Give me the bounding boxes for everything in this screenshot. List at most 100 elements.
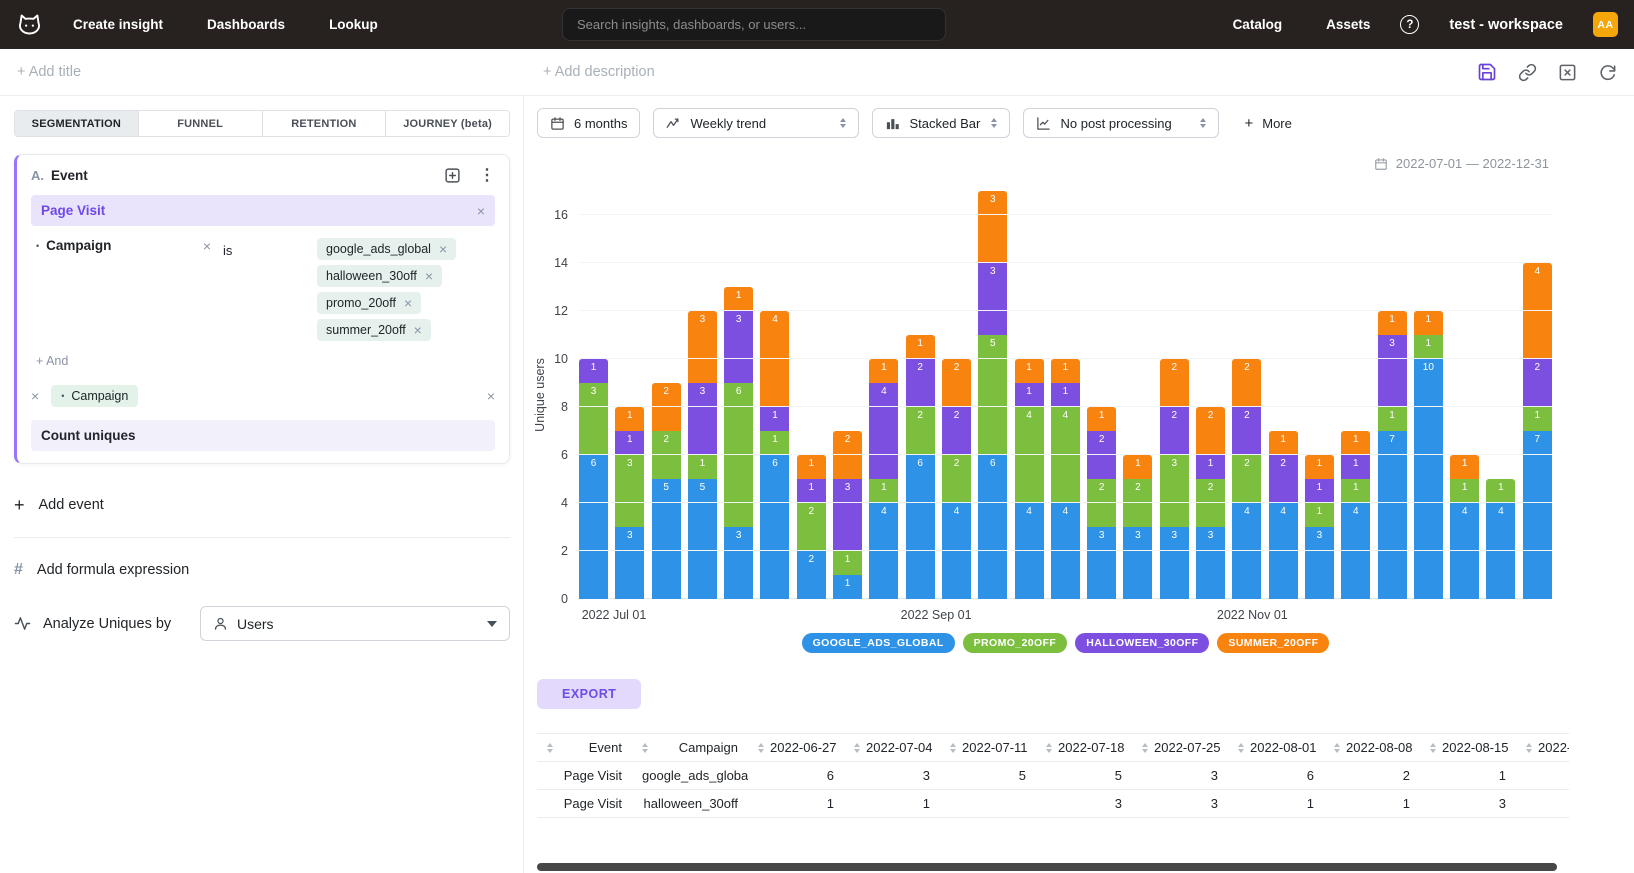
- column-header-2022-08-15[interactable]: 2022-08-15: [1420, 734, 1516, 762]
- column-header-campaign[interactable]: Campaign: [632, 734, 748, 762]
- bar-segment-promo_20off[interactable]: 2: [652, 431, 681, 479]
- bar-segment-promo_20off[interactable]: 1: [833, 551, 862, 575]
- nav-item-catalog[interactable]: Catalog: [1233, 17, 1283, 32]
- column-header-2022-08-01[interactable]: 2022-08-01: [1228, 734, 1324, 762]
- bar-segment-google_ads_global[interactable]: 6: [978, 455, 1007, 599]
- bar-segment-summer_20off[interactable]: 1: [615, 407, 644, 431]
- bar-segment-halloween_30off[interactable]: 1: [797, 479, 826, 503]
- filter-value-chip-google-ads-global[interactable]: google_ads_global×: [317, 238, 456, 260]
- remove-event-icon[interactable]: ×: [477, 204, 485, 218]
- bar-segment-halloween_30off[interactable]: 3: [1378, 335, 1407, 407]
- bar-segment-google_ads_global[interactable]: 4: [1450, 503, 1479, 599]
- column-header-2022-07-25[interactable]: 2022-07-25: [1132, 734, 1228, 762]
- bar-segment-promo_20off[interactable]: 1: [869, 479, 898, 503]
- selected-event-row[interactable]: Page Visit ×: [31, 195, 495, 226]
- bar-segment-google_ads_global[interactable]: 3: [1160, 527, 1189, 599]
- bar-segment-promo_20off[interactable]: 1: [1414, 335, 1443, 359]
- bar-segment-summer_20off[interactable]: 1: [724, 287, 753, 311]
- bar-segment-halloween_30off[interactable]: 2: [1160, 407, 1189, 455]
- bar-segment-halloween_30off[interactable]: 2: [942, 407, 971, 455]
- bar-segment-promo_20off[interactable]: 1: [688, 455, 717, 479]
- legend-item-promo-20off[interactable]: PROMO_20OFF: [963, 633, 1068, 653]
- bar-segment-google_ads_global[interactable]: 5: [652, 479, 681, 599]
- add-and-condition-button[interactable]: + And: [36, 354, 495, 368]
- bar-2022-09-05[interactable]: 2224: [942, 359, 971, 599]
- tab-funnel[interactable]: FUNNEL: [139, 111, 263, 136]
- bar-segment-promo_20off[interactable]: 2: [1196, 479, 1225, 527]
- bar-segment-halloween_30off[interactable]: 3: [833, 479, 862, 551]
- bar-segment-promo_20off[interactable]: 1: [1486, 479, 1515, 503]
- bar-2022-08-22[interactable]: 1414: [869, 359, 898, 599]
- remove-filter-value-icon[interactable]: ×: [439, 242, 447, 256]
- filter-operator[interactable]: is: [223, 243, 317, 258]
- table-horizontal-scrollbar[interactable]: [537, 863, 1557, 871]
- workspace-name[interactable]: test - workspace: [1449, 17, 1563, 33]
- bar-segment-promo_20off[interactable]: 1: [1378, 407, 1407, 431]
- bar-2022-10-31[interactable]: 2224: [1232, 359, 1261, 599]
- bar-2022-09-26[interactable]: 1144: [1051, 359, 1080, 599]
- bar-segment-google_ads_global[interactable]: 4: [1341, 503, 1370, 599]
- bar-segment-halloween_30off[interactable]: 1: [1196, 455, 1225, 479]
- bar-segment-google_ads_global[interactable]: 6: [906, 455, 935, 599]
- bar-segment-google_ads_global[interactable]: 4: [869, 503, 898, 599]
- bar-2022-10-10[interactable]: 123: [1123, 455, 1152, 599]
- column-header-2022-08-08[interactable]: 2022-08-08: [1324, 734, 1420, 762]
- bar-segment-summer_20off[interactable]: 1: [1123, 455, 1152, 479]
- bar-segment-promo_20off[interactable]: 3: [615, 455, 644, 527]
- legend-item-google-ads-global[interactable]: GOOGLE_ADS_GLOBAL: [802, 633, 955, 653]
- filter-value-chip-summer-20off[interactable]: summer_20off×: [317, 319, 431, 341]
- bar-segment-google_ads_global[interactable]: 6: [760, 455, 789, 599]
- column-header-2022-06-27[interactable]: 2022-06-27: [748, 734, 844, 762]
- more-button[interactable]: + More: [1244, 115, 1291, 132]
- bar-segment-promo_20off[interactable]: 1: [1523, 407, 1552, 431]
- card-menu-icon[interactable]: ⋮: [479, 168, 495, 184]
- bar-segment-halloween_30off[interactable]: 1: [1305, 479, 1334, 503]
- bar-segment-halloween_30off[interactable]: 2: [1232, 407, 1261, 455]
- sort-icon[interactable]: [642, 743, 648, 753]
- nav-item-lookup[interactable]: Lookup: [329, 17, 378, 32]
- bar-segment-promo_20off[interactable]: 2: [1087, 479, 1116, 527]
- bar-2022-08-15[interactable]: 2311: [833, 431, 862, 599]
- add-event-button[interactable]: + Add event: [14, 496, 510, 514]
- bar-2022-10-03[interactable]: 1223: [1087, 407, 1116, 599]
- refresh-icon[interactable]: [1598, 63, 1617, 82]
- bar-segment-promo_20off[interactable]: 2: [906, 407, 935, 455]
- bar-segment-google_ads_global[interactable]: 6: [579, 455, 608, 599]
- bar-segment-promo_20off[interactable]: 3: [579, 383, 608, 455]
- bar-segment-summer_20off[interactable]: 1: [1269, 431, 1298, 455]
- bar-segment-google_ads_global[interactable]: 4: [942, 503, 971, 599]
- bar-segment-promo_20off[interactable]: 4: [1015, 407, 1044, 503]
- bar-segment-google_ads_global[interactable]: 1: [833, 575, 862, 599]
- bar-segment-google_ads_global[interactable]: 4: [1486, 503, 1515, 599]
- breakdown-property-chip[interactable]: • Campaign: [51, 385, 138, 407]
- bar-2022-07-11[interactable]: 225: [652, 383, 681, 599]
- bar-segment-promo_20off[interactable]: 3: [1160, 455, 1189, 527]
- bar-segment-halloween_30off[interactable]: 1: [1341, 455, 1370, 479]
- bar-segment-summer_20off[interactable]: 2: [833, 431, 862, 479]
- sort-icon[interactable]: [547, 743, 553, 753]
- bar-segment-promo_20off[interactable]: 2: [1232, 455, 1261, 503]
- bar-segment-halloween_30off[interactable]: 4: [869, 383, 898, 479]
- bar-2022-08-29[interactable]: 1226: [906, 335, 935, 599]
- bar-segment-google_ads_global[interactable]: 4: [1232, 503, 1261, 599]
- bar-segment-halloween_30off[interactable]: 1: [579, 359, 608, 383]
- bar-2022-09-19[interactable]: 1144: [1015, 359, 1044, 599]
- bar-segment-google_ads_global[interactable]: 5: [688, 479, 717, 599]
- bar-2022-06-27[interactable]: 136: [579, 359, 608, 599]
- legend-item-halloween-30off[interactable]: HALLOWEEN_30OFF: [1075, 633, 1209, 653]
- clear-icon[interactable]: [1558, 63, 1577, 82]
- bar-segment-halloween_30off[interactable]: 1: [760, 407, 789, 431]
- bar-2022-08-08[interactable]: 1122: [797, 455, 826, 599]
- add-formula-button[interactable]: # Add formula expression: [14, 561, 510, 579]
- remove-breakdown-row-icon[interactable]: ×: [487, 389, 495, 403]
- column-header-2022-07-18[interactable]: 2022-07-18: [1036, 734, 1132, 762]
- remove-filter-value-icon[interactable]: ×: [404, 296, 412, 310]
- bar-segment-halloween_30off[interactable]: 2: [906, 359, 935, 407]
- bar-segment-halloween_30off[interactable]: 1: [615, 431, 644, 455]
- remove-breakdown-icon[interactable]: ×: [31, 389, 39, 403]
- bar-2022-11-07[interactable]: 124: [1269, 431, 1298, 599]
- bar-segment-summer_20off[interactable]: 1: [1341, 431, 1370, 455]
- bar-segment-promo_20off[interactable]: 2: [1123, 479, 1152, 527]
- column-header-2022-08-22[interactable]: 2022-08-22: [1516, 734, 1569, 762]
- bar-segment-summer_20off[interactable]: 1: [869, 359, 898, 383]
